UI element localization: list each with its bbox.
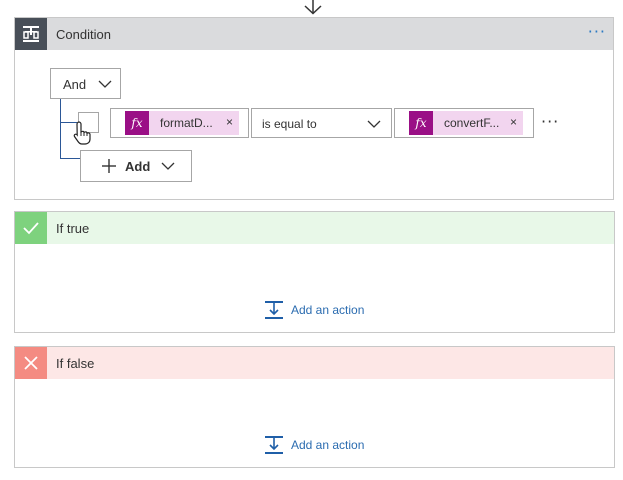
chevron-down-icon xyxy=(161,162,175,170)
comparison-operator-label: is equal to xyxy=(262,117,317,131)
condition-icon xyxy=(15,18,47,50)
fx-icon: fx xyxy=(409,111,433,135)
if-true-header[interactable]: If true xyxy=(15,212,614,244)
add-action-label: Add an action xyxy=(291,303,365,317)
right-expression-token[interactable]: fx convertF... × xyxy=(409,111,523,135)
chevron-down-icon xyxy=(367,120,381,128)
add-action-button[interactable]: Add an action xyxy=(264,433,384,457)
add-action-icon xyxy=(265,436,283,454)
condition-title: Condition xyxy=(56,27,111,42)
group-operator-select[interactable]: And xyxy=(50,68,121,99)
if-true-card: If true Add an action xyxy=(14,211,615,333)
add-button[interactable]: Add xyxy=(80,150,192,182)
fx-icon: fx xyxy=(125,111,149,135)
condition-header[interactable]: Condition ··· xyxy=(15,18,613,50)
row-more-menu[interactable]: ··· xyxy=(541,112,559,131)
condition-card: Condition ··· And fx formatD... × is equ… xyxy=(14,17,614,200)
comparison-operator-select[interactable]: is equal to xyxy=(251,108,392,138)
right-operand-field[interactable]: fx convertF... × xyxy=(394,108,534,138)
add-action-icon xyxy=(265,301,283,319)
add-action-label: Add an action xyxy=(291,438,365,452)
hand-cursor-icon xyxy=(73,121,91,145)
if-false-card: If false Add an action xyxy=(14,346,615,468)
remove-token-button[interactable]: × xyxy=(510,115,517,129)
add-button-label: Add xyxy=(125,159,151,174)
right-token-label: convertF... xyxy=(444,116,500,130)
chevron-down-icon xyxy=(98,80,112,88)
close-icon xyxy=(15,347,47,379)
if-false-header[interactable]: If false xyxy=(15,347,614,379)
arrow-down-icon xyxy=(304,0,322,15)
group-operator-label: And xyxy=(63,77,87,92)
add-action-button[interactable]: Add an action xyxy=(264,298,384,322)
if-true-title: If true xyxy=(56,221,90,236)
remove-token-button[interactable]: × xyxy=(226,115,233,129)
plus-icon xyxy=(102,159,116,173)
left-expression-token[interactable]: fx formatD... × xyxy=(125,111,239,135)
left-token-label: formatD... xyxy=(160,116,213,130)
left-operand-field[interactable]: fx formatD... × xyxy=(110,108,249,138)
if-false-title: If false xyxy=(56,356,95,371)
tree-connector xyxy=(60,158,80,159)
checkmark-icon xyxy=(15,212,47,244)
condition-more-menu[interactable]: ··· xyxy=(588,24,606,40)
tree-connector xyxy=(60,99,61,159)
